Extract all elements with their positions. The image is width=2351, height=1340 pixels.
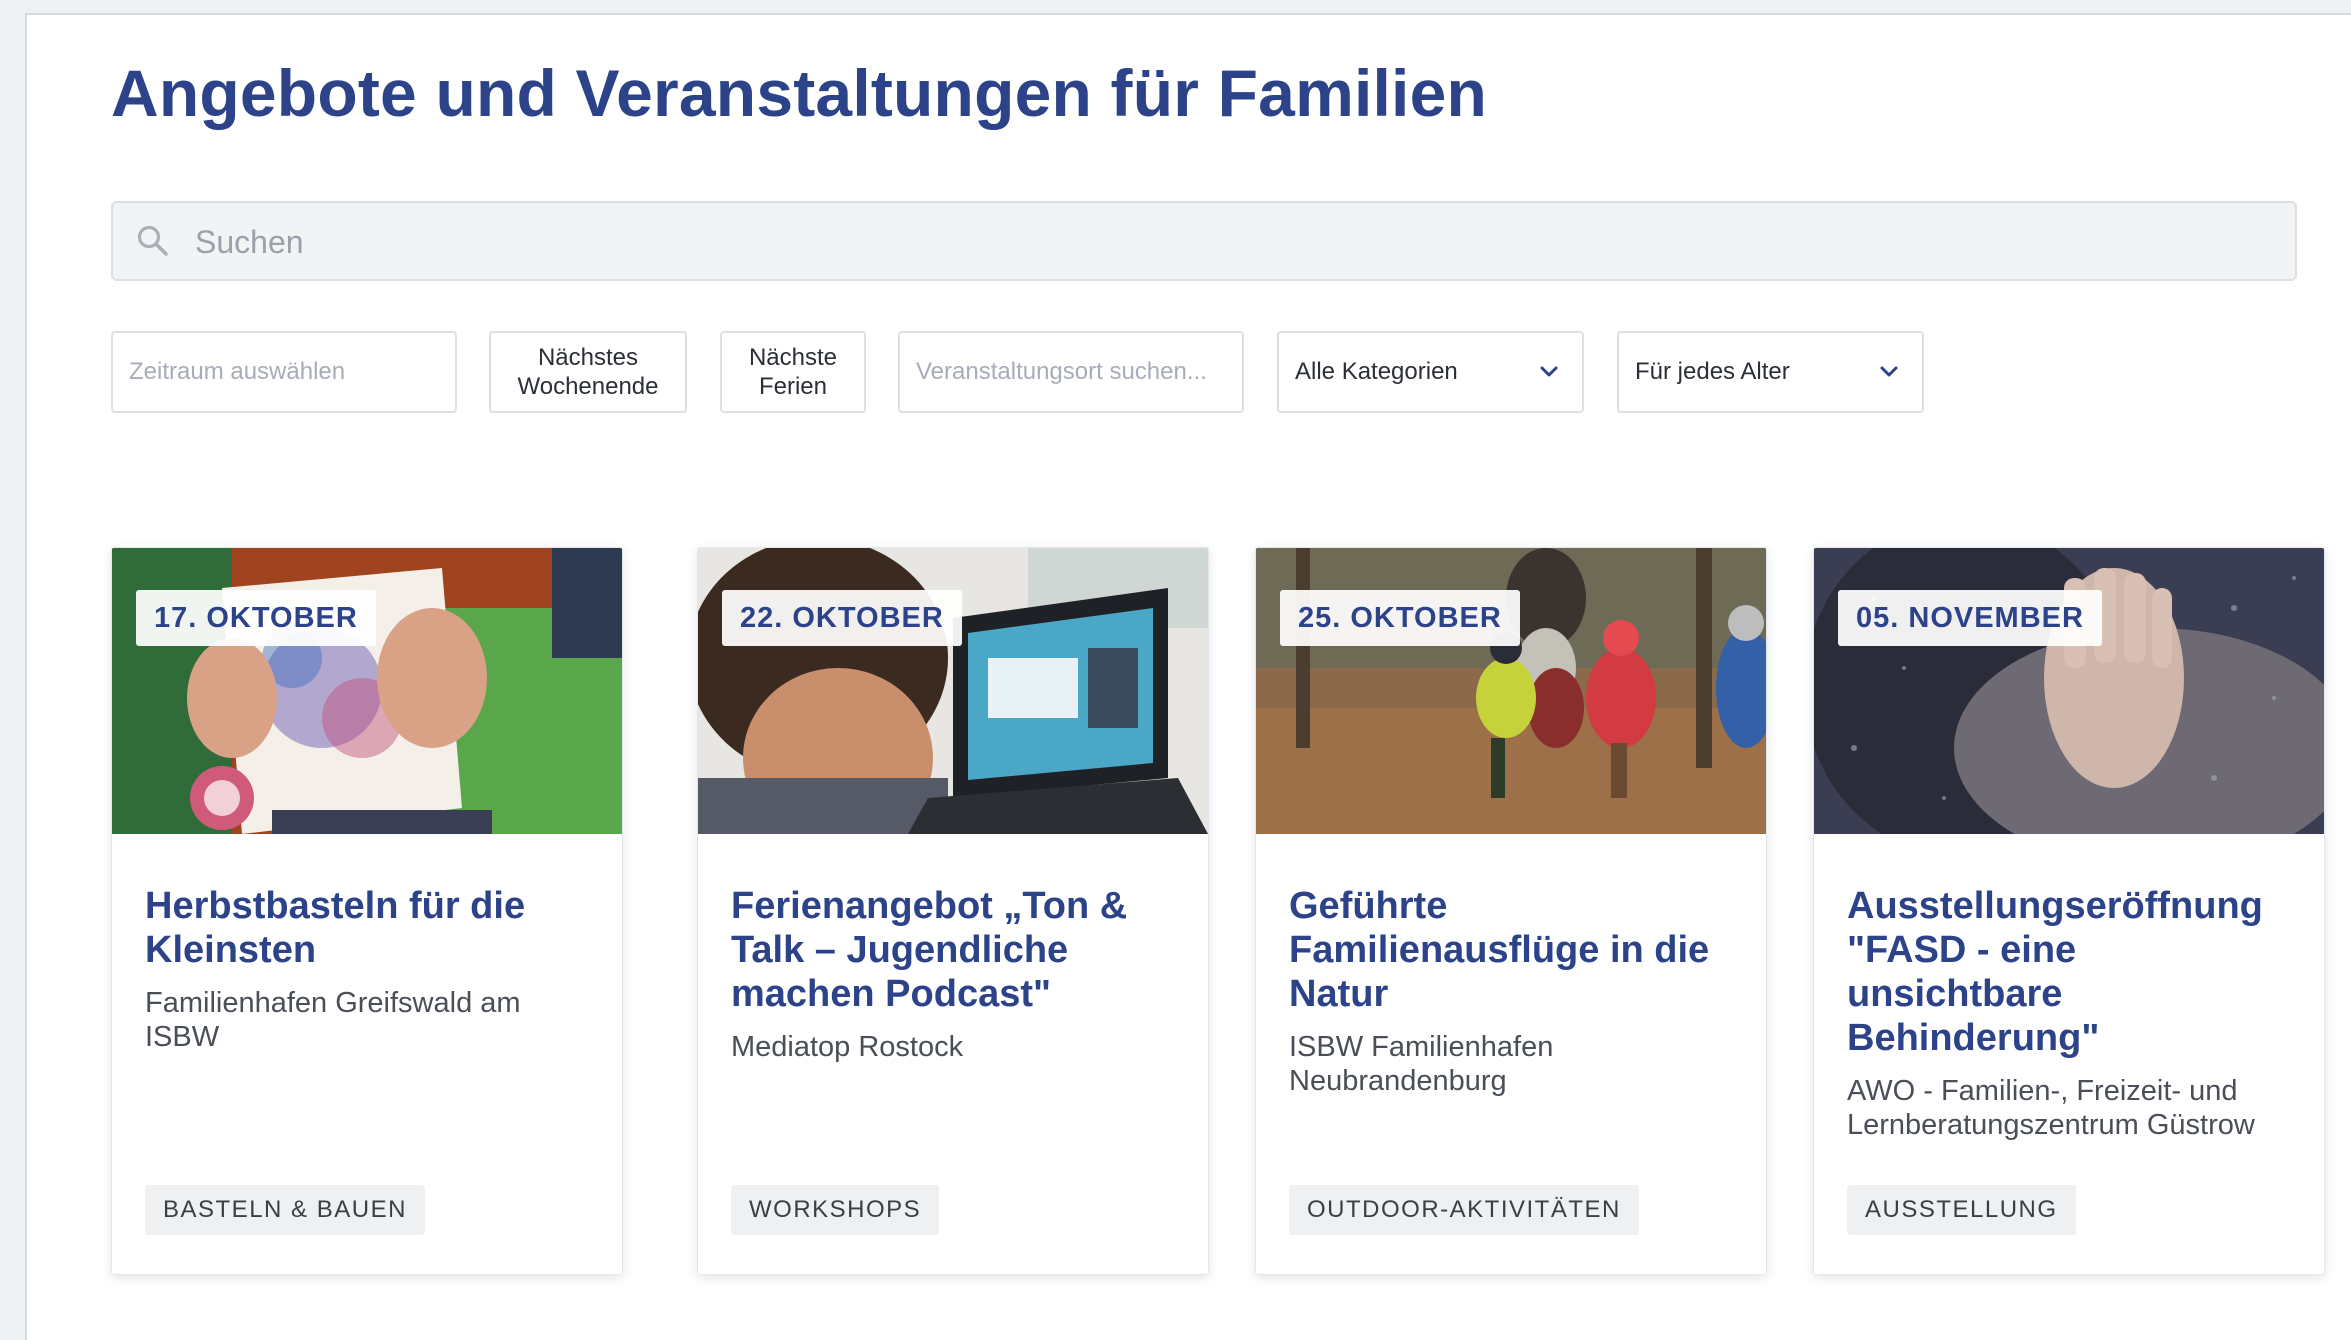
event-location: Mediatop Rostock (731, 1031, 964, 1063)
event-card[interactable]: 25. OKTOBER Geführte Familienausflüge in… (1255, 547, 1767, 1275)
event-location: Familienhafen Greifswald am ISBW (145, 987, 521, 1053)
event-category-tag[interactable]: WORKSHOPS (731, 1185, 940, 1235)
next-holidays-label: Nächste Ferien (748, 344, 838, 400)
next-weekend-label: Nächstes Wochenende (517, 344, 659, 400)
location-input[interactable] (900, 333, 1242, 411)
event-date-badge: 05. NOVEMBER (1838, 590, 2102, 646)
event-title-text[interactable]: Ferienangebot „Ton & Talk – Jugendliche … (731, 885, 1127, 1015)
event-card[interactable]: 17. OKTOBER Herbstbasteln für die Kleins… (111, 547, 623, 1275)
chevron-down-icon (1540, 366, 1558, 377)
event-location: ISBW Familienhafen Neubrandenburg (1289, 1031, 1554, 1097)
event-date-badge: 25. OKTOBER (1280, 590, 1520, 646)
event-title[interactable]: Ausstellungseröffnung "FASD - eine unsic… (1847, 884, 2297, 1142)
event-card[interactable]: 22. OKTOBER Ferienangebot „Ton & Talk – … (697, 547, 1209, 1275)
date-range-input[interactable] (113, 333, 455, 411)
event-title-text[interactable]: Geführte Familienausflüge in die Natur (1289, 885, 1709, 1015)
event-title-text[interactable]: Herbstbasteln für die Kleinsten (145, 885, 525, 971)
event-category-tag[interactable]: AUSSTELLUNG (1847, 1185, 2076, 1235)
page-title: Angebote und Veranstaltungen für Familie… (111, 56, 1487, 130)
event-card[interactable]: 05. NOVEMBER Ausstellungseröffnung "FASD… (1813, 547, 2325, 1275)
event-date-badge: 17. OKTOBER (136, 590, 376, 646)
event-location: AWO - Familien-, Freizeit- und Lernberat… (1847, 1075, 2255, 1141)
event-title-text[interactable]: Ausstellungseröffnung "FASD - eine unsic… (1847, 885, 2263, 1059)
event-title[interactable]: Ferienangebot „Ton & Talk – Jugendliche … (731, 884, 1181, 1064)
age-select-value: Für jedes Alter (1635, 358, 1790, 385)
event-category-tag[interactable]: OUTDOOR-AKTIVITÄTEN (1289, 1185, 1639, 1235)
event-category-tag[interactable]: BASTELN & BAUEN (145, 1185, 425, 1235)
next-holidays-button[interactable]: Nächste Ferien (720, 331, 866, 413)
category-select-value: Alle Kategorien (1295, 358, 1458, 385)
event-date-badge: 22. OKTOBER (722, 590, 962, 646)
event-title[interactable]: Geführte Familienausflüge in die Natur I… (1289, 884, 1739, 1098)
next-weekend-button[interactable]: Nächstes Wochenende (489, 331, 687, 413)
chevron-down-icon (1880, 366, 1898, 377)
category-select[interactable]: Alle Kategorien (1277, 331, 1584, 413)
location-field[interactable] (898, 331, 1244, 413)
search-box[interactable] (111, 201, 2297, 281)
search-icon (137, 225, 168, 256)
search-input[interactable] (193, 203, 2277, 281)
age-select[interactable]: Für jedes Alter (1617, 331, 1924, 413)
page: Angebote und Veranstaltungen für Familie… (25, 13, 2351, 1340)
event-title[interactable]: Herbstbasteln für die Kleinsten Familien… (145, 884, 595, 1054)
date-range-field[interactable] (111, 331, 457, 413)
